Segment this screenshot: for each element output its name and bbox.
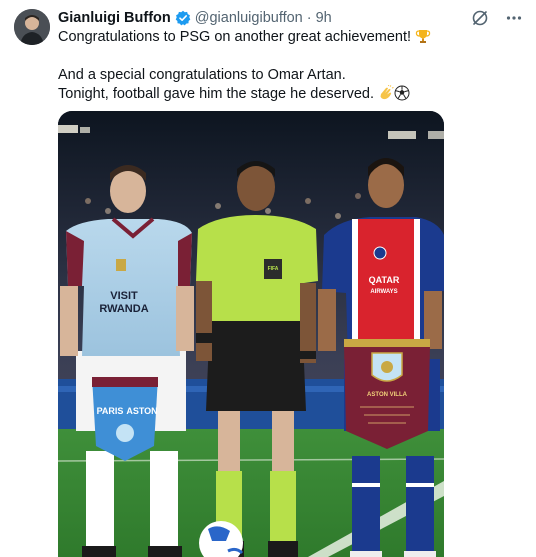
post-text-line-3: And a special congratulations to Omar Ar… [58, 67, 346, 83]
author-name[interactable]: Gianluigi Buffon [58, 10, 171, 26]
clapping-hands-icon [378, 84, 394, 101]
post-text-blank-line [58, 47, 518, 66]
verified-badge-icon [175, 10, 191, 26]
grok-icon[interactable] [470, 8, 490, 28]
post-actions [470, 8, 524, 28]
author-handle[interactable]: @gianluigibuffon [195, 10, 303, 26]
right-pennant-text: ASTON VILLA [367, 392, 408, 398]
left-shirt-sponsor-line-2: RWANDA [99, 303, 148, 315]
referee-badge-text: FIFA [268, 266, 279, 272]
post-text: Congratulations to PSG on another great … [58, 28, 518, 104]
left-pennant-text-1: PARIS [97, 406, 124, 416]
post-timestamp[interactable]: 9h [316, 10, 332, 26]
soccer-ball-icon [394, 85, 410, 101]
post-text-line-1: Congratulations to PSG on another great … [58, 28, 518, 47]
right-shirt-sponsor-line-1: QATAR [369, 275, 400, 285]
left-shirt-sponsor-line-1: VISIT [110, 290, 138, 302]
trophy-icon [415, 28, 431, 44]
right-shirt-sponsor-line-2: AIRWAYS [370, 289, 397, 295]
post-card[interactable]: Gianluigi Buffon @gianluigibuffon · 9h C… [0, 0, 536, 557]
post-header: Gianluigi Buffon @gianluigibuffon · 9h [58, 8, 332, 28]
post-photo[interactable]: VISIT RWANDA PARIS ASTON FIFA QATAR AIRW… [58, 111, 444, 557]
separator-dot: · [306, 10, 312, 26]
left-pennant-text-2: ASTON [126, 406, 157, 416]
post-text-line-4: Tonight, football gave him the stage he … [58, 84, 518, 104]
more-options-icon[interactable] [504, 8, 524, 28]
author-avatar[interactable] [14, 9, 50, 45]
